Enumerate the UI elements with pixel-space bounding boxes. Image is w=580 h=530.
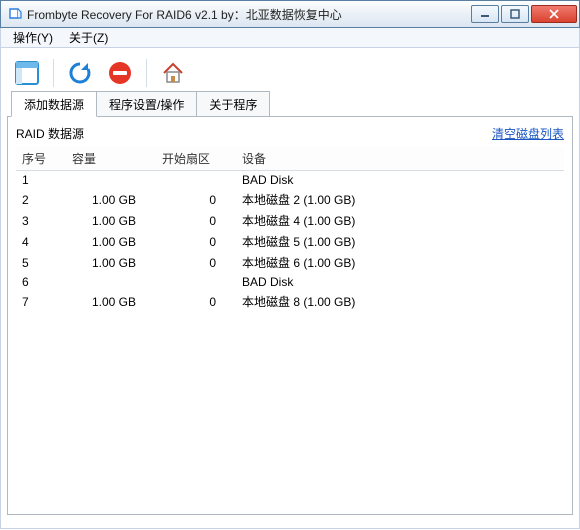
main-panel: 添加数据源 程序设置/操作 关于程序 RAID 数据源 清空磁盘列表 序号 容量…	[0, 48, 580, 529]
cell-capacity: 1.00 GB	[66, 291, 156, 312]
tabstrip: 添加数据源 程序设置/操作 关于程序	[7, 92, 573, 116]
table-row[interactable]: 21.00 GB0本地磁盘 2 (1.00 GB)	[16, 189, 564, 210]
col-capacity[interactable]: 容量	[66, 147, 156, 171]
panel-header: RAID 数据源 清空磁盘列表	[16, 123, 564, 143]
cell-seq: 1	[16, 171, 66, 190]
window-title: Frombyte Recovery For RAID6 v2.1 by：北亚数据…	[27, 6, 471, 23]
stop-button[interactable]	[104, 57, 136, 89]
col-start-sector[interactable]: 开始扇区	[156, 147, 236, 171]
cell-device: BAD Disk	[236, 171, 564, 190]
table-header-row: 序号 容量 开始扇区 设备	[16, 147, 564, 171]
cell-capacity: 1.00 GB	[66, 231, 156, 252]
cell-device: 本地磁盘 8 (1.00 GB)	[236, 291, 564, 312]
minimize-button[interactable]	[471, 5, 499, 23]
cell-start-sector	[156, 273, 236, 291]
menu-operate[interactable]: 操作(Y)	[5, 27, 61, 48]
cell-start-sector: 0	[156, 231, 236, 252]
cell-device: 本地磁盘 6 (1.00 GB)	[236, 252, 564, 273]
cell-capacity: 1.00 GB	[66, 252, 156, 273]
clear-disk-list-link[interactable]: 清空磁盘列表	[492, 125, 564, 142]
cell-capacity: 1.00 GB	[66, 210, 156, 231]
panel-button[interactable]	[11, 57, 43, 89]
cell-device: 本地磁盘 5 (1.00 GB)	[236, 231, 564, 252]
tab-add-source[interactable]: 添加数据源	[11, 91, 97, 117]
tab-settings[interactable]: 程序设置/操作	[96, 91, 197, 116]
table-row[interactable]: 71.00 GB0本地磁盘 8 (1.00 GB)	[16, 291, 564, 312]
close-button[interactable]	[531, 5, 577, 23]
cell-capacity: 1.00 GB	[66, 189, 156, 210]
table-row[interactable]: 1 BAD Disk	[16, 171, 564, 190]
cell-start-sector: 0	[156, 189, 236, 210]
cell-start-sector	[156, 171, 236, 190]
titlebar[interactable]: Frombyte Recovery For RAID6 v2.1 by：北亚数据…	[0, 0, 580, 28]
cell-seq: 3	[16, 210, 66, 231]
disk-table: 序号 容量 开始扇区 设备 1BAD Disk21.00 GB0本地磁盘 2 (…	[16, 147, 564, 312]
table-row[interactable]: 51.00 GB0本地磁盘 6 (1.00 GB)	[16, 252, 564, 273]
panel-icon	[14, 60, 40, 86]
menubar: 操作(Y) 关于(Z)	[0, 28, 580, 48]
cell-start-sector: 0	[156, 252, 236, 273]
toolbar-separator	[146, 59, 147, 87]
maximize-button[interactable]	[501, 5, 529, 23]
app-icon	[7, 6, 23, 22]
refresh-icon	[67, 60, 93, 86]
cell-device: BAD Disk	[236, 273, 564, 291]
stop-icon	[107, 60, 133, 86]
cell-seq: 7	[16, 291, 66, 312]
window-controls	[471, 5, 577, 23]
home-icon	[160, 60, 186, 86]
toolbar-separator	[53, 59, 54, 87]
toolbar	[7, 54, 573, 92]
cell-seq: 6	[16, 273, 66, 291]
tab-about-program[interactable]: 关于程序	[196, 91, 270, 116]
cell-device: 本地磁盘 2 (1.00 GB)	[236, 189, 564, 210]
cell-seq: 2	[16, 189, 66, 210]
section-title: RAID 数据源	[16, 125, 84, 142]
home-button[interactable]	[157, 57, 189, 89]
cell-device: 本地磁盘 4 (1.00 GB)	[236, 210, 564, 231]
cell-seq: 5	[16, 252, 66, 273]
cell-capacity	[66, 273, 156, 291]
col-seq[interactable]: 序号	[16, 147, 66, 171]
table-row[interactable]: 31.00 GB0本地磁盘 4 (1.00 GB)	[16, 210, 564, 231]
cell-start-sector: 0	[156, 210, 236, 231]
refresh-button[interactable]	[64, 57, 96, 89]
table-row[interactable]: 41.00 GB0本地磁盘 5 (1.00 GB)	[16, 231, 564, 252]
cell-start-sector: 0	[156, 291, 236, 312]
menu-about[interactable]: 关于(Z)	[61, 27, 116, 48]
table-row[interactable]: 6 BAD Disk	[16, 273, 564, 291]
cell-seq: 4	[16, 231, 66, 252]
tab-panel: RAID 数据源 清空磁盘列表 序号 容量 开始扇区 设备 1BAD Disk2…	[7, 116, 573, 515]
cell-capacity	[66, 171, 156, 190]
col-device[interactable]: 设备	[236, 147, 564, 171]
